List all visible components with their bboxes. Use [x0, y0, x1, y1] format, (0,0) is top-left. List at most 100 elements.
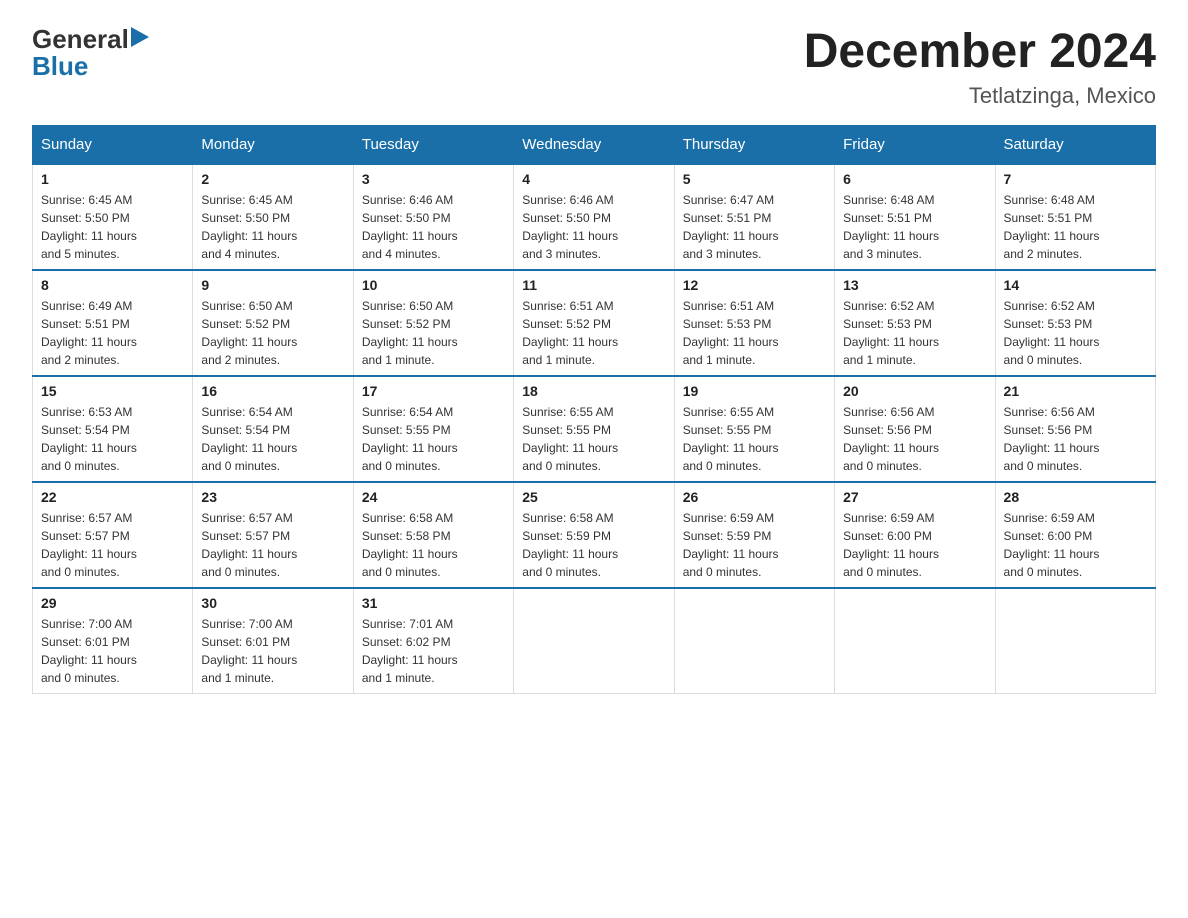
column-header-wednesday: Wednesday	[514, 126, 674, 165]
day-info: Sunrise: 6:51 AMSunset: 5:52 PMDaylight:…	[522, 297, 665, 369]
calendar-cell: 19Sunrise: 6:55 AMSunset: 5:55 PMDayligh…	[674, 376, 834, 482]
logo-arrow-icon	[131, 27, 149, 53]
day-info: Sunrise: 6:54 AMSunset: 5:55 PMDaylight:…	[362, 403, 505, 475]
day-info: Sunrise: 6:45 AMSunset: 5:50 PMDaylight:…	[201, 191, 344, 263]
calendar-cell: 12 Sunrise: 6:51 AMSunset: 5:53 PMDayligh…	[674, 270, 834, 376]
day-number: 11	[522, 277, 665, 293]
day-info: Sunrise: 6:48 AMSunset: 5:51 PMDaylight:…	[1004, 191, 1147, 263]
day-info: Sunrise: 7:00 AMSunset: 6:01 PMDaylight:…	[201, 615, 344, 687]
calendar-cell: 9 Sunrise: 6:50 AMSunset: 5:52 PMDaylight…	[193, 270, 353, 376]
day-number: 4	[522, 171, 665, 187]
day-info: Sunrise: 6:55 AMSunset: 5:55 PMDaylight:…	[683, 403, 826, 475]
page-header: General Blue December 2024 Tetlatzinga, …	[32, 24, 1156, 109]
calendar-cell: 16 Sunrise: 6:54 AMSunset: 5:54 PMDayligh…	[193, 376, 353, 482]
day-info: Sunrise: 6:45 AMSunset: 5:50 PMDaylight:…	[41, 191, 184, 263]
calendar-cell: 6 Sunrise: 6:48 AMSunset: 5:51 PMDaylight…	[835, 164, 995, 270]
day-number: 14	[1004, 277, 1147, 293]
day-info: Sunrise: 6:56 AMSunset: 5:56 PMDaylight:…	[843, 403, 986, 475]
calendar-cell: 15 Sunrise: 6:53 AMSunset: 5:54 PMDayligh…	[33, 376, 193, 482]
column-header-friday: Friday	[835, 126, 995, 165]
day-number: 16	[201, 383, 344, 399]
calendar-cell: 1 Sunrise: 6:45 AMSunset: 5:50 PMDaylight…	[33, 164, 193, 270]
day-number: 23	[201, 489, 344, 505]
calendar-cell: 18 Sunrise: 6:55 AMSunset: 5:55 PMDayligh…	[514, 376, 674, 482]
day-number: 18	[522, 383, 665, 399]
day-number: 9	[201, 277, 344, 293]
day-number: 8	[41, 277, 184, 293]
day-number: 27	[843, 489, 986, 505]
week-row-4: 22 Sunrise: 6:57 AMSunset: 5:57 PMDayligh…	[33, 482, 1156, 588]
day-number: 20	[843, 383, 986, 399]
week-row-3: 15 Sunrise: 6:53 AMSunset: 5:54 PMDayligh…	[33, 376, 1156, 482]
day-number: 10	[362, 277, 505, 293]
day-number: 1	[41, 171, 184, 187]
day-info: Sunrise: 6:55 AMSunset: 5:55 PMDaylight:…	[522, 403, 665, 475]
day-info: Sunrise: 6:58 AMSunset: 5:58 PMDaylight:…	[362, 509, 505, 581]
day-info: Sunrise: 6:47 AMSunset: 5:51 PMDaylight:…	[683, 191, 826, 263]
week-row-2: 8 Sunrise: 6:49 AMSunset: 5:51 PMDaylight…	[33, 270, 1156, 376]
calendar-cell: 31 Sunrise: 7:01 AMSunset: 6:02 PMDayligh…	[353, 588, 513, 694]
calendar-cell: 7Sunrise: 6:48 AMSunset: 5:51 PMDaylight…	[995, 164, 1155, 270]
column-header-tuesday: Tuesday	[353, 126, 513, 165]
calendar-cell: 20 Sunrise: 6:56 AMSunset: 5:56 PMDayligh…	[835, 376, 995, 482]
calendar-cell: 8 Sunrise: 6:49 AMSunset: 5:51 PMDaylight…	[33, 270, 193, 376]
week-row-1: 1 Sunrise: 6:45 AMSunset: 5:50 PMDaylight…	[33, 164, 1156, 270]
day-info: Sunrise: 6:46 AMSunset: 5:50 PMDaylight:…	[362, 191, 505, 263]
day-info: Sunrise: 6:50 AMSunset: 5:52 PMDaylight:…	[362, 297, 505, 369]
day-info: Sunrise: 6:57 AMSunset: 5:57 PMDaylight:…	[41, 509, 184, 581]
day-info: Sunrise: 6:54 AMSunset: 5:54 PMDaylight:…	[201, 403, 344, 475]
day-number: 26	[683, 489, 826, 505]
day-number: 31	[362, 595, 505, 611]
calendar-cell: 2Sunrise: 6:45 AMSunset: 5:50 PMDaylight…	[193, 164, 353, 270]
calendar-cell	[995, 588, 1155, 694]
calendar-cell	[835, 588, 995, 694]
calendar-header-row: SundayMondayTuesdayWednesdayThursdayFrid…	[33, 126, 1156, 165]
day-info: Sunrise: 6:46 AMSunset: 5:50 PMDaylight:…	[522, 191, 665, 263]
day-number: 15	[41, 383, 184, 399]
day-info: Sunrise: 6:53 AMSunset: 5:54 PMDaylight:…	[41, 403, 184, 475]
calendar-cell: 14Sunrise: 6:52 AMSunset: 5:53 PMDayligh…	[995, 270, 1155, 376]
calendar-cell: 4 Sunrise: 6:46 AMSunset: 5:50 PMDaylight…	[514, 164, 674, 270]
day-info: Sunrise: 6:59 AMSunset: 6:00 PMDaylight:…	[1004, 509, 1147, 581]
calendar-cell: 29Sunrise: 7:00 AMSunset: 6:01 PMDayligh…	[33, 588, 193, 694]
calendar-cell: 11 Sunrise: 6:51 AMSunset: 5:52 PMDayligh…	[514, 270, 674, 376]
calendar-table: SundayMondayTuesdayWednesdayThursdayFrid…	[32, 125, 1156, 694]
calendar-cell: 23 Sunrise: 6:57 AMSunset: 5:57 PMDayligh…	[193, 482, 353, 588]
column-header-thursday: Thursday	[674, 126, 834, 165]
calendar-cell: 3Sunrise: 6:46 AMSunset: 5:50 PMDaylight…	[353, 164, 513, 270]
logo: General Blue	[32, 24, 149, 82]
calendar-cell	[514, 588, 674, 694]
calendar-cell: 17Sunrise: 6:54 AMSunset: 5:55 PMDayligh…	[353, 376, 513, 482]
day-info: Sunrise: 6:58 AMSunset: 5:59 PMDaylight:…	[522, 509, 665, 581]
day-info: Sunrise: 6:57 AMSunset: 5:57 PMDaylight:…	[201, 509, 344, 581]
calendar-cell: 25 Sunrise: 6:58 AMSunset: 5:59 PMDayligh…	[514, 482, 674, 588]
day-info: Sunrise: 6:56 AMSunset: 5:56 PMDaylight:…	[1004, 403, 1147, 475]
calendar-cell: 5 Sunrise: 6:47 AMSunset: 5:51 PMDaylight…	[674, 164, 834, 270]
day-info: Sunrise: 6:49 AMSunset: 5:51 PMDaylight:…	[41, 297, 184, 369]
day-number: 21	[1004, 383, 1147, 399]
title-block: December 2024 Tetlatzinga, Mexico	[804, 24, 1156, 109]
calendar-cell: 10 Sunrise: 6:50 AMSunset: 5:52 PMDayligh…	[353, 270, 513, 376]
day-info: Sunrise: 7:01 AMSunset: 6:02 PMDaylight:…	[362, 615, 505, 687]
column-header-monday: Monday	[193, 126, 353, 165]
column-header-sunday: Sunday	[33, 126, 193, 165]
calendar-cell: 30 Sunrise: 7:00 AMSunset: 6:01 PMDayligh…	[193, 588, 353, 694]
day-number: 12	[683, 277, 826, 293]
calendar-cell: 26 Sunrise: 6:59 AMSunset: 5:59 PMDayligh…	[674, 482, 834, 588]
day-info: Sunrise: 6:51 AMSunset: 5:53 PMDaylight:…	[683, 297, 826, 369]
day-info: Sunrise: 6:59 AMSunset: 5:59 PMDaylight:…	[683, 509, 826, 581]
day-info: Sunrise: 6:50 AMSunset: 5:52 PMDaylight:…	[201, 297, 344, 369]
page-title: December 2024	[804, 24, 1156, 79]
day-number: 25	[522, 489, 665, 505]
day-number: 13	[843, 277, 986, 293]
day-number: 24	[362, 489, 505, 505]
day-number: 6	[843, 171, 986, 187]
day-number: 22	[41, 489, 184, 505]
day-info: Sunrise: 6:48 AMSunset: 5:51 PMDaylight:…	[843, 191, 986, 263]
day-number: 30	[201, 595, 344, 611]
logo-blue-text: Blue	[32, 51, 88, 82]
calendar-cell: 27Sunrise: 6:59 AMSunset: 6:00 PMDayligh…	[835, 482, 995, 588]
calendar-cell: 21 Sunrise: 6:56 AMSunset: 5:56 PMDayligh…	[995, 376, 1155, 482]
calendar-cell: 13Sunrise: 6:52 AMSunset: 5:53 PMDayligh…	[835, 270, 995, 376]
day-number: 5	[683, 171, 826, 187]
